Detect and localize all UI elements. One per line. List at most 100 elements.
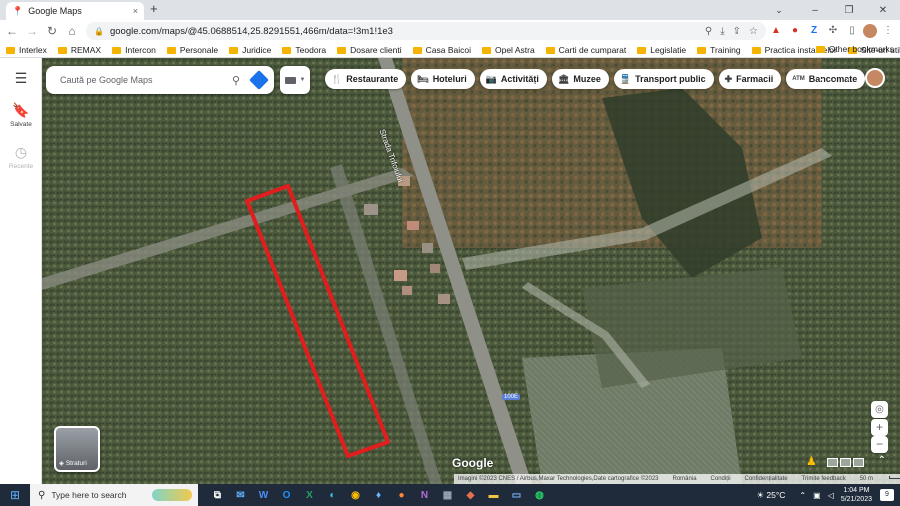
bookmark-item[interactable]: REMAX — [57, 45, 101, 55]
search-icon[interactable]: ⚲ — [232, 74, 240, 87]
firefox-icon[interactable]: ● — [390, 490, 413, 501]
home-icon[interactable]: ⌂ — [62, 24, 82, 38]
zoom-out-button[interactable]: − — [871, 436, 888, 453]
file-explorer-icon[interactable]: ▬ — [482, 490, 505, 501]
my-location-icon[interactable]: ◎ — [871, 401, 888, 418]
taskbar-search-input[interactable]: Type here to search — [51, 490, 126, 500]
terms-link[interactable]: Condiții — [711, 476, 731, 482]
puzzle-icon[interactable]: ✣ — [825, 23, 841, 39]
outlook-icon[interactable]: O — [275, 490, 298, 501]
onenote-icon[interactable]: N — [413, 490, 436, 501]
bookmark-item[interactable]: Opel Astra — [481, 45, 535, 55]
bookmark-item[interactable]: Legislatie — [637, 45, 686, 55]
bookmark-icon: 🔖 — [12, 102, 30, 118]
bookmark-item[interactable]: Training — [697, 45, 741, 55]
taskbar-search[interactable]: ⚲ Type here to search — [30, 484, 198, 506]
chip-restaurants[interactable]: 🍴 Restaurante — [325, 69, 407, 89]
chevron-up-icon[interactable]: ⌃ — [878, 455, 886, 466]
tab-google-maps[interactable]: 📍 Google Maps × — [6, 2, 144, 20]
imagery-thumbnails[interactable] — [825, 458, 864, 467]
privacy-link[interactable]: Confidențialitate — [745, 476, 788, 482]
bookmark-item[interactable]: Dosare clienti — [337, 45, 402, 55]
pdf-extension-icon[interactable]: ▲ — [768, 23, 784, 39]
z-extension-icon[interactable]: Z — [806, 23, 822, 39]
task-view-icon[interactable]: ⧉ — [206, 490, 229, 501]
chip-public-transport[interactable]: 🚆 Transport public — [613, 69, 714, 89]
layers-button[interactable]: ◈ Straturi — [54, 426, 100, 472]
minimize-button[interactable]: – — [798, 5, 832, 16]
chip-activities[interactable]: 📷 Activități — [479, 69, 547, 89]
install-icon[interactable]: ⤓ — [720, 26, 724, 37]
kebab-menu-icon[interactable]: ⋮ — [880, 23, 896, 39]
bookmark-star-icon[interactable]: ☆ — [749, 26, 758, 37]
bookmark-item[interactable]: Juridice — [229, 45, 271, 55]
clock-time: 1:04 PM — [843, 487, 870, 494]
address-bar[interactable]: 🔒 google.com/maps/@45.0688514,25.8291551… — [86, 22, 766, 40]
pegman-icon[interactable]: ♟ — [806, 454, 820, 474]
feedback-link[interactable]: Trimite feedback — [802, 476, 846, 482]
files-icon[interactable]: ▭ — [505, 490, 528, 501]
chrome-icon[interactable]: ◉ — [344, 490, 367, 501]
folder-icon — [166, 46, 176, 54]
satellite-map[interactable]: Caută pe Google Maps ⚲ ▼ 🍴 Restaurante 🛏 H… — [42, 58, 900, 484]
url-text[interactable]: google.com/maps/@45.0688514,25.8291551,4… — [110, 26, 697, 37]
directions-icon[interactable] — [249, 70, 269, 90]
tab-close-icon[interactable]: × — [133, 6, 138, 16]
scale-bar — [889, 476, 900, 479]
maximize-button[interactable]: ❐ — [832, 5, 866, 16]
word-icon[interactable]: W — [252, 490, 275, 501]
bed-icon: 🛏 — [417, 73, 429, 84]
chip-pharmacies[interactable]: ✚ Farmacii — [718, 69, 782, 89]
back-arrow-icon[interactable]: ← — [2, 24, 22, 38]
chip-hotels[interactable]: 🛏 Hoteluri — [411, 69, 475, 89]
thumbnail-icon[interactable] — [827, 458, 838, 467]
lock-icon[interactable]: 🔒 — [94, 27, 104, 36]
system-clock[interactable]: 1:04 PM 5/21/2023 — [841, 486, 872, 504]
app-icon[interactable]: ◆ — [459, 490, 482, 501]
recents-button[interactable]: ◷ Recente — [0, 144, 42, 170]
thumbnail-icon[interactable] — [853, 458, 864, 467]
notification-badge[interactable]: 9 — [880, 489, 894, 501]
bookmark-item[interactable]: Teodora — [282, 45, 326, 55]
scale-indicator[interactable]: 50 m — [860, 476, 900, 482]
google-apps-icon[interactable]: ⋮⋮⋮ — [815, 72, 854, 88]
profile-avatar-icon[interactable] — [863, 24, 877, 38]
other-bookmarks[interactable]: Other bookmarks — [815, 44, 894, 54]
map-type-button[interactable]: ▼ — [280, 66, 310, 94]
tab-search-icon[interactable]: ⌄ — [762, 5, 796, 16]
search-input[interactable]: Caută pe Google Maps — [60, 75, 232, 85]
weather-widget[interactable]: ☀ 25°C — [756, 490, 785, 501]
maps-search-box[interactable]: Caută pe Google Maps ⚲ — [46, 66, 274, 94]
bookmark-item[interactable]: Intercon — [112, 45, 156, 55]
saved-button[interactable]: 🔖 Salvate — [0, 102, 42, 128]
new-tab-button[interactable]: + — [150, 1, 158, 16]
sidepanel-icon[interactable]: ▯ — [844, 23, 860, 39]
bookmark-item[interactable]: Carti de cumparat — [545, 45, 626, 55]
volume-icon[interactable]: ◁ — [828, 491, 834, 500]
bookmark-item[interactable]: Interlex — [6, 45, 47, 55]
reload-icon[interactable]: ↻ — [42, 24, 62, 38]
excel-icon[interactable]: X — [298, 490, 321, 501]
menu-button[interactable]: ☰ — [0, 70, 42, 87]
close-window-button[interactable]: ✕ — [866, 5, 900, 16]
bookmark-item[interactable]: Casa Baicoi — [412, 45, 471, 55]
tray-overflow-icon[interactable]: ⌃ — [799, 491, 806, 500]
network-icon[interactable]: ▣ — [813, 491, 821, 500]
satellite-imagery[interactable] — [42, 58, 900, 484]
chip-museums[interactable]: 🏛 Muzee — [551, 69, 609, 89]
windows-start-icon[interactable]: ⊞ — [0, 488, 30, 502]
extension-badge-icon[interactable]: ● — [787, 23, 803, 39]
drop-icon[interactable]: ♦ — [367, 490, 390, 501]
edge-icon[interactable]: ◐ — [321, 490, 344, 501]
thumbnail-icon[interactable] — [840, 458, 851, 467]
mail-icon[interactable]: ✉ — [229, 490, 252, 501]
forward-arrow-icon[interactable]: → — [22, 24, 42, 38]
whatsapp-icon[interactable]: ◍ — [528, 490, 551, 501]
location-icon[interactable]: ⚲ — [705, 26, 712, 37]
account-avatar[interactable] — [865, 68, 885, 88]
zoom-in-button[interactable]: + — [871, 419, 888, 436]
bookmark-item[interactable]: Personale — [166, 45, 218, 55]
share-icon[interactable]: ⇪ — [733, 26, 741, 37]
calculator-icon[interactable]: ▦ — [436, 490, 459, 501]
camera-icon: 📷 — [485, 73, 497, 84]
